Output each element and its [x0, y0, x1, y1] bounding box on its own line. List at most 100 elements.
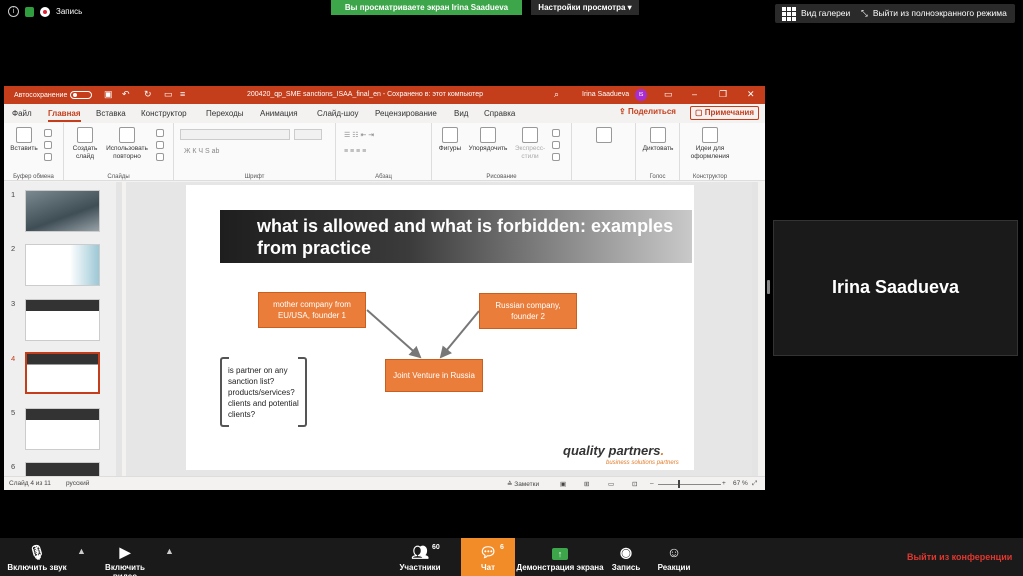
quick-styles-button[interactable]: Экспресс-стили [512, 127, 548, 161]
leave-meeting-button[interactable]: Выйти из конференции [907, 552, 1012, 562]
split-handle[interactable] [767, 280, 770, 294]
shape-outline-icon[interactable] [552, 141, 560, 149]
tab-slideshow[interactable]: Слайд-шоу [317, 109, 358, 118]
tab-animations[interactable]: Анимация [260, 109, 298, 118]
drawing-group: Фигуры Упорядочить Экспресс-стили Рисова… [432, 123, 572, 181]
unmute-button[interactable]: 🎙︎ Включить звук [4, 538, 70, 576]
exit-fullscreen-button[interactable]: ⤡ Выйти из полноэкранного режима [853, 4, 1015, 23]
find-icon [596, 127, 612, 143]
undo-icon[interactable]: ↶ [122, 89, 130, 100]
design-ideas-button[interactable]: Идеи для оформления [686, 127, 734, 161]
format-painter-icon[interactable] [44, 153, 52, 161]
thumb-number: 4 [11, 354, 16, 363]
start-video-button[interactable]: ▶︎ Включить видео [92, 538, 158, 576]
view-settings-button[interactable]: Настройки просмотра ▾ [531, 0, 639, 15]
share-screen-button[interactable]: ↑ Демонстрация экрана [516, 538, 604, 576]
close-icon[interactable]: ✕ [747, 89, 755, 100]
notes-button[interactable]: ≙ Заметки [507, 480, 539, 488]
autosave-toggle[interactable] [70, 91, 93, 99]
redo-icon[interactable]: ↻ [144, 89, 152, 100]
find-button[interactable] [576, 127, 632, 145]
avatar[interactable]: IS [635, 89, 647, 101]
participant-video-tile[interactable]: Irina Saadueva [773, 220, 1018, 356]
quick-styles-label: Экспресс-стили [514, 145, 546, 160]
current-slide[interactable]: what is allowed and what is forbidden: e… [186, 185, 694, 470]
zoom-out-icon[interactable]: – [650, 480, 654, 487]
slide-counter: Слайд 4 из 11 [9, 480, 51, 487]
reactions-button[interactable]: ☺︎ Реакции [654, 538, 694, 576]
slideshow-view-icon[interactable]: ⊡ [632, 480, 637, 488]
shapes-button[interactable]: Фигуры [436, 127, 464, 153]
tab-help[interactable]: Справка [484, 109, 515, 118]
tab-design[interactable]: Конструктор [141, 109, 187, 118]
slide-thumb-4[interactable] [25, 352, 100, 394]
comments-button[interactable]: ▢ Примечания [690, 106, 760, 120]
slide-thumb-3[interactable] [25, 299, 100, 341]
shape-effects-icon[interactable] [552, 153, 560, 161]
autosave-label: Автосохранение [14, 91, 68, 99]
restore-icon[interactable]: ❐ [719, 89, 727, 100]
ribbon-display-icon[interactable]: ▭ [664, 89, 673, 100]
language-indicator[interactable]: русский [66, 480, 89, 487]
share-screen-label: Демонстрация экрана [516, 563, 604, 572]
record-button[interactable]: ◉ Запись [608, 538, 644, 576]
list-format-buttons[interactable]: ☰ ☷ ⇤ ⇥ [344, 131, 374, 139]
slide-thumb-5[interactable] [25, 408, 100, 450]
slide-scrollbar[interactable] [752, 182, 758, 476]
layout-icon[interactable] [156, 129, 164, 137]
search-icon[interactable]: ⌕ [554, 89, 559, 100]
tab-insert[interactable]: Вставка [96, 109, 126, 118]
video-options-chevron-icon[interactable]: ▲ [165, 546, 174, 556]
shape-fill-icon[interactable] [552, 129, 560, 137]
shapes-icon [442, 127, 458, 143]
font-size-input[interactable] [294, 129, 322, 140]
autosave-control[interactable]: Автосохранение [14, 91, 93, 99]
slide-thumb-2[interactable] [25, 244, 100, 286]
font-format-buttons[interactable]: Ж К Ч S ab [184, 148, 219, 155]
share-button[interactable]: ⇪ Поделиться [619, 107, 676, 116]
paste-button[interactable]: Вставить [8, 127, 40, 153]
fit-slide-icon[interactable]: ⤢ [752, 480, 757, 488]
clipboard-icon [16, 127, 32, 143]
new-slide-button[interactable]: Создать слайд [70, 127, 100, 161]
slide-thumb-1[interactable] [25, 190, 100, 232]
cut-icon[interactable] [44, 129, 52, 137]
thumbnails-scrollbar[interactable] [116, 182, 122, 476]
tab-review[interactable]: Рецензирование [375, 109, 437, 118]
tab-transitions[interactable]: Переходы [206, 109, 244, 118]
reset-icon[interactable] [156, 141, 164, 149]
normal-view-icon[interactable]: ▣ [560, 480, 566, 488]
comments-label: Примечания [704, 108, 755, 117]
slide-thumbnails-panel: 1 2 3 4 5 6 [4, 182, 122, 490]
arrange-button[interactable]: Упорядочить [466, 127, 510, 153]
copy-icon[interactable] [44, 141, 52, 149]
info-icon[interactable]: i [8, 6, 19, 17]
reading-view-icon[interactable]: ▭ [608, 480, 614, 488]
slideshow-icon[interactable]: ▭ [164, 89, 173, 100]
slide-sorter-icon[interactable]: ⊞ [584, 480, 589, 488]
zoom-slider[interactable] [658, 484, 721, 485]
gallery-view-button[interactable]: Вид галереи [775, 4, 858, 23]
tab-file[interactable]: Файл [12, 109, 32, 118]
save-icon[interactable]: ▣ [104, 89, 113, 100]
logo-tagline: business solutions partners [606, 460, 679, 466]
tab-view[interactable]: Вид [454, 109, 468, 118]
reuse-slides-button[interactable]: Использовать повторно [102, 127, 152, 161]
tab-home[interactable]: Главная [48, 109, 81, 122]
zoom-slider-handle[interactable] [678, 480, 680, 488]
zoom-level[interactable]: 67 % [733, 480, 748, 487]
participant-name: Irina Saadueva [831, 277, 960, 297]
minimize-icon[interactable]: – [692, 89, 697, 99]
align-buttons[interactable]: ≡ ≡ ≡ ≡ [344, 148, 366, 155]
audio-options-chevron-icon[interactable]: ▲ [77, 546, 86, 556]
zoom-in-icon[interactable]: + [722, 480, 726, 487]
section-icon[interactable] [156, 153, 164, 161]
lock-icon[interactable] [25, 6, 34, 17]
font-name-input[interactable] [180, 129, 290, 140]
exit-fullscreen-icon: ⤡ [861, 8, 868, 18]
record-circle-icon: ◉ [619, 544, 633, 560]
customize-icon[interactable]: ≡ [180, 89, 185, 99]
ribbon: Вставить Буфер обмена Создать слайд Испо… [4, 123, 765, 181]
dictate-button[interactable]: Диктовать [638, 127, 678, 153]
company-logo: quality partners. [563, 443, 665, 458]
